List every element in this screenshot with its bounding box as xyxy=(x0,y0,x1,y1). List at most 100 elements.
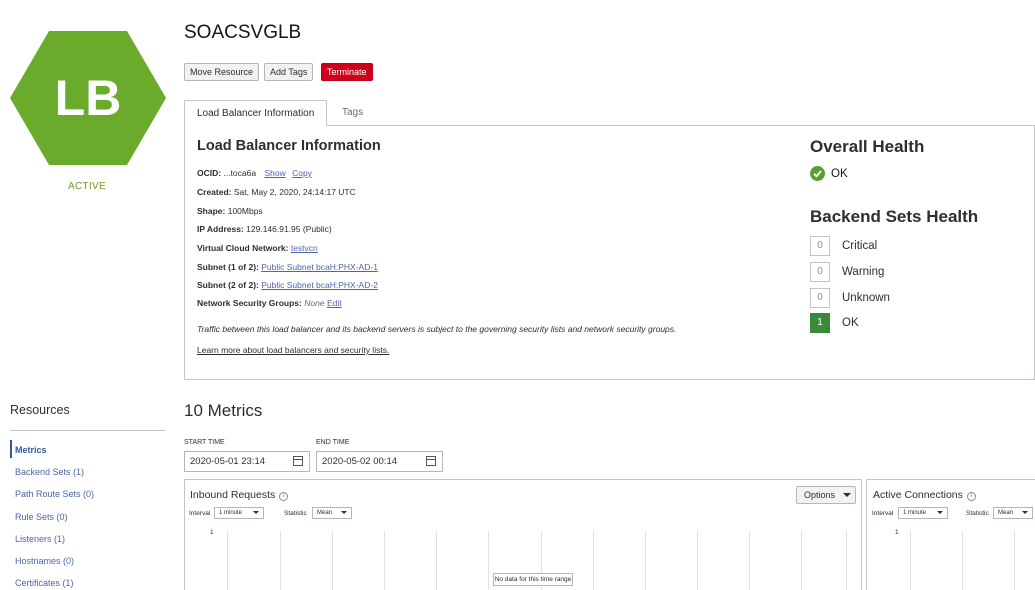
subnet1-link[interactable]: Public Subnet bcaH:PHX-AD-1 xyxy=(261,262,378,272)
interval-value: 1 minute xyxy=(219,510,243,516)
resources-title: Resources xyxy=(10,403,70,417)
nsg-value: None xyxy=(304,298,325,308)
calendar-icon[interactable] xyxy=(426,456,436,466)
inbound-requests-title: Inbound Requests i xyxy=(190,489,289,501)
active-connections-title: Active Connections i xyxy=(873,489,976,501)
caret-down-icon xyxy=(1022,511,1028,514)
subnet2-link[interactable]: Public Subnet bcaH:PHX-AD-2 xyxy=(261,280,378,290)
no-data-message: No data for this time range xyxy=(493,573,573,586)
overall-health-status: OK xyxy=(810,166,848,181)
resources-divider xyxy=(10,430,165,431)
tab-load-balancer-information[interactable]: Load Balancer Information xyxy=(184,100,328,126)
active-indicator xyxy=(10,440,12,458)
page-title: SOACSVGLB xyxy=(184,22,302,43)
unknown-label: Unknown xyxy=(842,292,890,304)
interval-select[interactable]: 1 minute xyxy=(214,507,264,519)
info-icon[interactable]: i xyxy=(966,492,976,501)
chart-gridline xyxy=(749,531,750,590)
move-resource-button[interactable]: Move Resource xyxy=(184,63,260,81)
subnet1-label: Subnet (1 of 2): xyxy=(197,262,259,272)
resource-item-certificates[interactable]: Certificates (1) xyxy=(15,578,74,588)
resource-item-backend-sets[interactable]: Backend Sets (1) xyxy=(15,467,84,477)
interval-label: Interval xyxy=(872,510,894,517)
chart-gridline xyxy=(280,531,281,590)
shape-value: 100Mbps xyxy=(227,206,263,216)
ip-value: 129.146.91.95 (Public) xyxy=(246,224,332,234)
health-warning: 0 Warning xyxy=(810,262,884,282)
y-axis-tick: 1 xyxy=(210,529,214,536)
shape-row: Shape: 100Mbps xyxy=(197,206,263,216)
badge-text: LB xyxy=(55,70,122,126)
start-time-value: 2020-05-01 23:14 xyxy=(190,456,266,467)
ocid-copy-link[interactable]: Copy xyxy=(292,168,312,178)
ocid-value: ...toca6a xyxy=(223,168,257,178)
chart-gridline xyxy=(332,531,333,590)
nsg-row: Network Security Groups: None Edit xyxy=(197,298,342,308)
vcn-link[interactable]: testvcn xyxy=(291,243,318,253)
options-button[interactable]: Options xyxy=(796,486,856,504)
statistic-select[interactable]: Mean xyxy=(993,507,1033,519)
info-icon[interactable]: i xyxy=(279,492,289,501)
overall-health-text: OK xyxy=(831,167,848,180)
subnet2-row: Subnet (2 of 2): Public Subnet bcaH:PHX-… xyxy=(197,280,378,290)
unknown-count: 0 xyxy=(810,288,830,308)
ocid-label: OCID: xyxy=(197,168,222,178)
resource-item-hostnames[interactable]: Hostnames (0) xyxy=(15,556,74,566)
interval-select[interactable]: 1 minute xyxy=(898,507,948,519)
chart-gridline xyxy=(593,531,594,590)
tab-tags[interactable]: Tags xyxy=(330,100,375,126)
critical-label: Critical xyxy=(842,240,878,252)
chart-gridline xyxy=(697,531,698,590)
health-critical: 0 Critical xyxy=(810,236,877,256)
statistic-value: Mean xyxy=(998,510,1014,516)
chart-gridline xyxy=(384,531,385,590)
warning-label: Warning xyxy=(842,266,885,278)
inbound-requests-title-text: Inbound Requests xyxy=(190,489,276,501)
end-time-input[interactable]: 2020-05-02 00:14 xyxy=(316,451,443,472)
caret-down-icon xyxy=(341,511,347,514)
calendar-icon[interactable] xyxy=(293,456,303,466)
resource-item-rule-sets[interactable]: Rule Sets (0) xyxy=(15,512,68,522)
overall-health-heading: Overall Health xyxy=(810,137,925,156)
nsg-edit-link[interactable]: Edit xyxy=(327,298,342,308)
interval-value: 1 minute xyxy=(903,510,927,516)
options-label: Options xyxy=(804,490,836,500)
chart-gridline xyxy=(1014,531,1015,590)
statistic-value: Mean xyxy=(317,510,333,516)
resource-item-path-route-sets[interactable]: Path Route Sets (0) xyxy=(15,489,94,499)
vcn-row: Virtual Cloud Network: testvcn xyxy=(197,243,318,253)
backend-sets-health-heading: Backend Sets Health xyxy=(810,207,979,226)
created-label: Created: xyxy=(197,187,232,197)
chart-gridline xyxy=(488,531,489,590)
end-time-label: END TIME xyxy=(316,439,350,446)
warning-count: 0 xyxy=(810,262,830,282)
learn-more-link[interactable]: Learn more about load balancers and secu… xyxy=(197,345,389,355)
critical-count: 0 xyxy=(810,236,830,256)
ocid-show-link[interactable]: Show xyxy=(264,168,285,178)
end-time-value: 2020-05-02 00:14 xyxy=(322,456,398,467)
start-time-input[interactable]: 2020-05-01 23:14 xyxy=(184,451,310,472)
start-time-label: START TIME xyxy=(184,439,225,446)
statistic-select[interactable]: Mean xyxy=(312,507,352,519)
chart-gridline xyxy=(227,531,228,590)
check-circle-icon xyxy=(810,166,825,181)
chart-gridline xyxy=(801,531,802,590)
ocid-row: OCID: ...toca6a Show Copy xyxy=(197,168,312,178)
chart-gridline xyxy=(962,531,963,590)
resource-item-metrics[interactable]: Metrics xyxy=(15,445,47,455)
chart-gridline xyxy=(645,531,646,590)
resource-item-listeners[interactable]: Listeners (1) xyxy=(15,534,65,544)
interval-label: Interval xyxy=(189,510,211,517)
terminate-button[interactable]: Terminate xyxy=(321,63,373,81)
chart-gridline xyxy=(846,531,847,590)
y-axis-tick: 1 xyxy=(895,529,899,536)
ok-count: 1 xyxy=(810,313,830,333)
subnet1-row: Subnet (1 of 2): Public Subnet bcaH:PHX-… xyxy=(197,262,378,272)
add-tags-button[interactable]: Add Tags xyxy=(264,63,314,81)
shape-label: Shape: xyxy=(197,206,226,216)
ip-row: IP Address: 129.146.91.95 (Public) xyxy=(197,224,332,234)
caret-down-icon xyxy=(253,511,259,514)
caret-down-icon xyxy=(937,511,943,514)
statistic-label: Statistic xyxy=(966,510,989,517)
nsg-label: Network Security Groups: xyxy=(197,298,302,308)
